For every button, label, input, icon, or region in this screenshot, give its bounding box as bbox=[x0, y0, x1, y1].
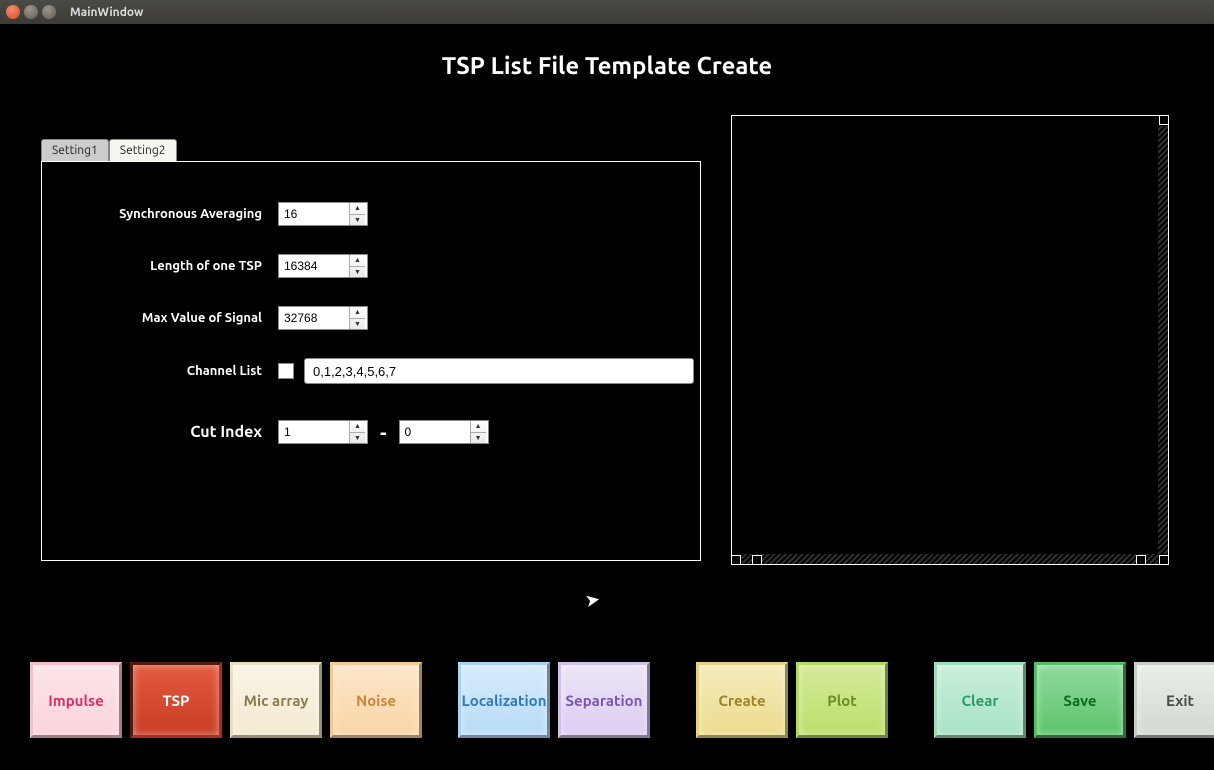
cut-index-start-spin-controls: ▲ ▼ bbox=[349, 421, 365, 443]
max-signal-spin-up[interactable]: ▲ bbox=[350, 307, 365, 319]
window-minimize-button[interactable] bbox=[24, 5, 38, 19]
noise-button[interactable]: Noise bbox=[330, 662, 422, 738]
preview-hatching-bottom bbox=[742, 554, 1158, 564]
max-signal-label: Max Value of Signal bbox=[82, 311, 262, 325]
cut-index-start-spin-down[interactable]: ▼ bbox=[350, 433, 365, 444]
save-button[interactable]: Save bbox=[1034, 662, 1126, 738]
resize-handle-bottom-right[interactable] bbox=[1159, 555, 1169, 565]
clear-button[interactable]: Clear bbox=[934, 662, 1026, 738]
row-max-signal: Max Value of Signal ▲ ▼ bbox=[42, 306, 700, 330]
row-sync-averaging: Synchronous Averaging ▲ ▼ bbox=[42, 202, 700, 226]
sync-averaging-spin-controls: ▲ ▼ bbox=[349, 203, 365, 225]
sync-averaging-spin-down[interactable]: ▼ bbox=[350, 215, 365, 226]
window-close-button[interactable] bbox=[6, 5, 20, 19]
cut-index-end-spin-down[interactable]: ▼ bbox=[471, 433, 486, 444]
max-signal-spinbox[interactable]: ▲ ▼ bbox=[278, 306, 368, 330]
cut-index-label: Cut Index bbox=[82, 423, 262, 441]
max-signal-input[interactable] bbox=[279, 307, 349, 329]
channel-list-input[interactable] bbox=[304, 358, 694, 384]
sync-averaging-spin-up[interactable]: ▲ bbox=[350, 203, 365, 215]
tab-strip: Setting1 Setting2 bbox=[41, 139, 701, 161]
separation-button[interactable]: Separation bbox=[558, 662, 650, 738]
window-title: MainWindow bbox=[70, 6, 143, 19]
impulse-button[interactable]: Impulse bbox=[30, 662, 122, 738]
row-tsp-length: Length of one TSP ▲ ▼ bbox=[42, 254, 700, 278]
content-area: TSP List File Template Create Setting1 S… bbox=[0, 24, 1214, 770]
tab-setting1[interactable]: Setting1 bbox=[41, 139, 109, 161]
cut-index-start-spin-up[interactable]: ▲ bbox=[350, 421, 365, 433]
resize-handle-bottom-right-inner[interactable] bbox=[1136, 555, 1146, 565]
cut-index-end-spin-controls: ▲ ▼ bbox=[470, 421, 486, 443]
tsp-button[interactable]: TSP bbox=[130, 662, 222, 738]
tab-setting2[interactable]: Setting2 bbox=[109, 139, 177, 161]
mouse-cursor-icon: ➤ bbox=[583, 589, 602, 612]
localization-button[interactable]: Localization bbox=[458, 662, 550, 738]
preview-hatching-right bbox=[1158, 126, 1168, 554]
tsp-length-label: Length of one TSP bbox=[82, 259, 262, 273]
cut-index-end-spin-up[interactable]: ▲ bbox=[471, 421, 486, 433]
settings-tab-container: Setting1 Setting2 Synchronous Averaging … bbox=[41, 139, 701, 561]
row-cut-index: Cut Index ▲ ▼ - ▲ ▼ bbox=[42, 420, 700, 444]
button-gap bbox=[658, 662, 688, 738]
tsp-length-input[interactable] bbox=[279, 255, 349, 277]
exit-button[interactable]: Exit bbox=[1134, 662, 1214, 738]
tsp-length-spin-down[interactable]: ▼ bbox=[350, 267, 365, 278]
create-button[interactable]: Create bbox=[696, 662, 788, 738]
cut-index-start-input[interactable] bbox=[279, 421, 349, 443]
window-maximize-button[interactable] bbox=[42, 5, 56, 19]
page-title: TSP List File Template Create bbox=[0, 52, 1214, 79]
channel-list-checkbox[interactable] bbox=[278, 363, 294, 379]
titlebar: MainWindow bbox=[0, 0, 1214, 24]
resize-handle-bottom-left-inner[interactable] bbox=[752, 555, 762, 565]
action-button-row: Impulse TSP Mic array Noise Localization… bbox=[30, 662, 1214, 738]
max-signal-spin-controls: ▲ ▼ bbox=[349, 307, 365, 329]
button-gap bbox=[896, 662, 926, 738]
tsp-length-spinbox[interactable]: ▲ ▼ bbox=[278, 254, 368, 278]
button-gap bbox=[430, 662, 450, 738]
sync-averaging-spinbox[interactable]: ▲ ▼ bbox=[278, 202, 368, 226]
preview-pane bbox=[731, 115, 1169, 565]
resize-handle-top-right[interactable] bbox=[1159, 115, 1169, 125]
mic-array-button[interactable]: Mic array bbox=[230, 662, 322, 738]
plot-button[interactable]: Plot bbox=[796, 662, 888, 738]
cut-index-separator: - bbox=[380, 421, 387, 444]
cut-index-start-spinbox[interactable]: ▲ ▼ bbox=[278, 420, 368, 444]
settings-panel: Synchronous Averaging ▲ ▼ Length of one … bbox=[41, 161, 701, 561]
tsp-length-spin-controls: ▲ ▼ bbox=[349, 255, 365, 277]
max-signal-spin-down[interactable]: ▼ bbox=[350, 319, 365, 330]
resize-handle-bottom-left[interactable] bbox=[731, 555, 741, 565]
tsp-length-spin-up[interactable]: ▲ bbox=[350, 255, 365, 267]
sync-averaging-input[interactable] bbox=[279, 203, 349, 225]
cut-index-end-spinbox[interactable]: ▲ ▼ bbox=[399, 420, 489, 444]
cut-index-end-input[interactable] bbox=[400, 421, 470, 443]
sync-averaging-label: Synchronous Averaging bbox=[82, 207, 262, 221]
channel-list-label: Channel List bbox=[82, 364, 262, 378]
row-channel-list: Channel List bbox=[42, 358, 700, 384]
